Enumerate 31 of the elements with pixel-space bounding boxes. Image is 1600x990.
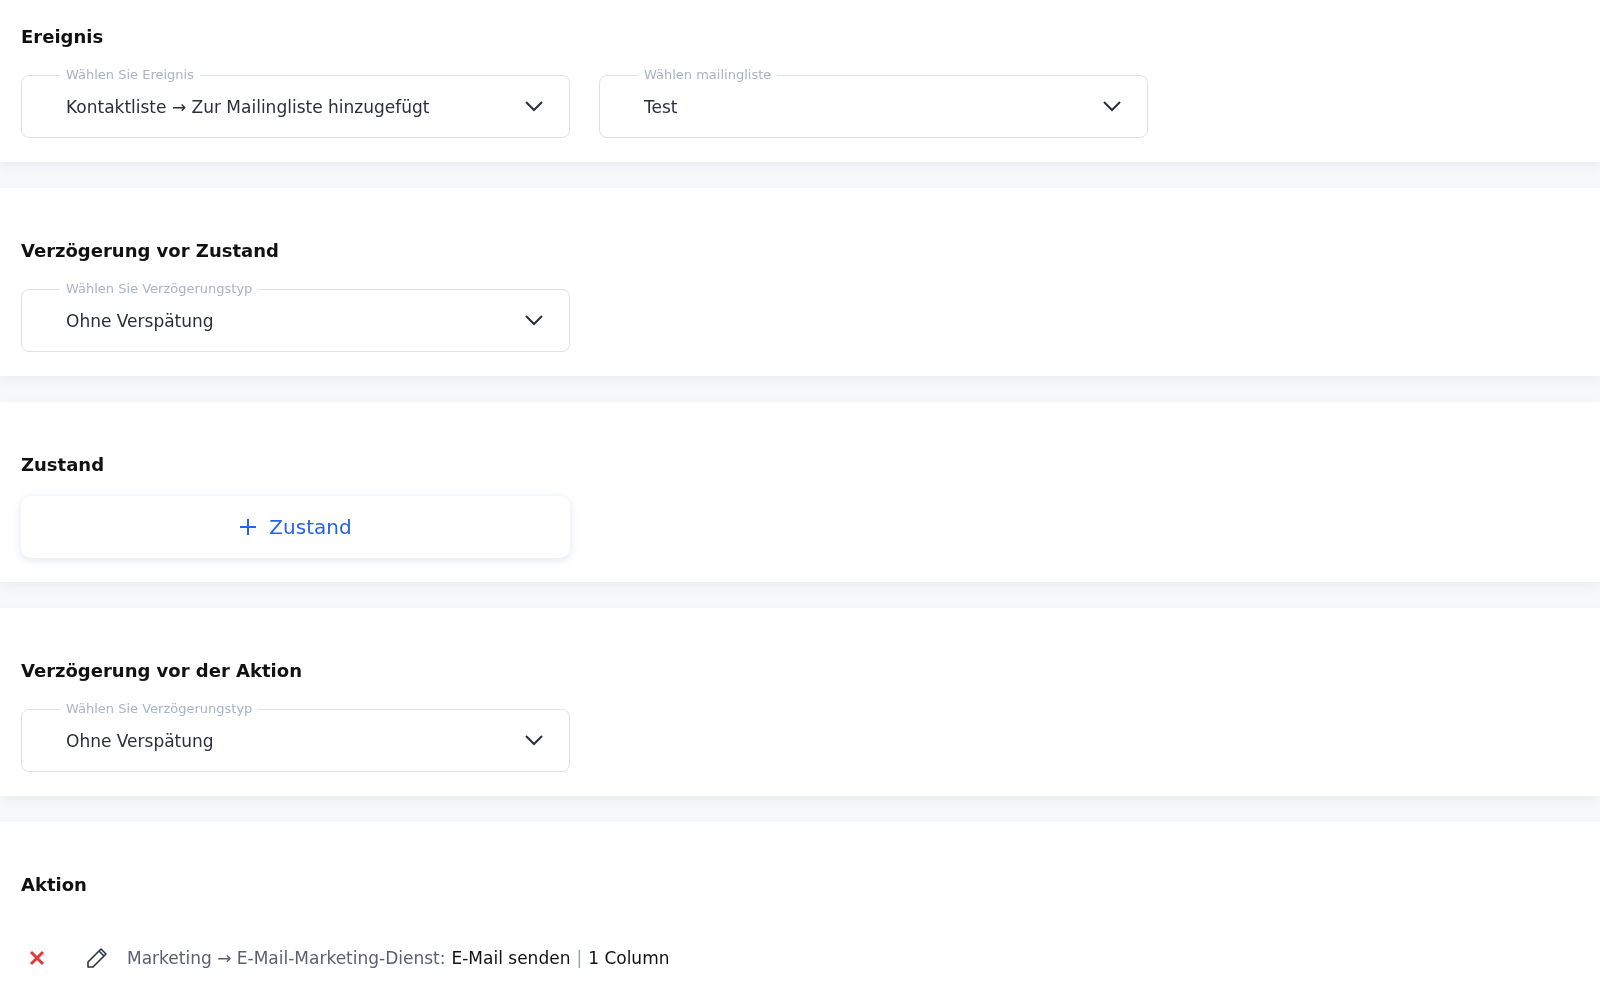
select-field[interactable]: Wählen Sie Verzögerungstyp Ohne Verspätung bbox=[21, 282, 570, 352]
section-title: Verzögerung vor Zustand bbox=[21, 239, 280, 263]
section-title: Zustand bbox=[21, 453, 106, 477]
action-detail: 1 Column bbox=[588, 948, 670, 968]
separator: | bbox=[576, 948, 583, 968]
select-field[interactable]: Wählen Sie Ereignis Kontaktliste → Zur Mailingliste hinzugefügt bbox=[21, 68, 570, 138]
action-name: E-Mail senden bbox=[451, 948, 571, 968]
field-label: Wählen Sie Verzögerungstyp bbox=[65, 282, 254, 296]
chevron-down-icon bbox=[525, 315, 543, 326]
field-label: Wählen mailingliste bbox=[643, 68, 773, 82]
close-icon bbox=[29, 950, 45, 966]
delete-button[interactable] bbox=[29, 950, 45, 966]
field-label: Wählen Sie Ereignis bbox=[65, 68, 195, 82]
select-field[interactable]: Wählen Sie Verzögerungstyp Ohne Verspätung bbox=[21, 702, 570, 772]
chevron-down-icon bbox=[525, 101, 543, 112]
select-value: Ohne Verspätung bbox=[66, 730, 214, 751]
select-value: Test bbox=[644, 96, 678, 117]
select-field[interactable]: Wählen mailingliste Test bbox=[599, 68, 1148, 138]
chevron-down-icon bbox=[1103, 101, 1121, 112]
section-title: Verzögerung vor der Aktion bbox=[21, 659, 303, 683]
select-value: Ohne Verspätung bbox=[66, 310, 214, 331]
section-title: Aktion bbox=[21, 873, 88, 897]
chevron-down-icon bbox=[525, 735, 543, 746]
plus-icon bbox=[239, 518, 258, 536]
select-value: Kontaktliste → Zur Mailingliste hinzugefügt bbox=[66, 96, 430, 117]
edit-button[interactable] bbox=[85, 946, 109, 970]
add-condition-button[interactable]: Zustand bbox=[21, 496, 570, 558]
action-path: Marketing → E-Mail-Marketing-Dienst: bbox=[127, 948, 446, 968]
section-title: Ereignis bbox=[21, 25, 105, 49]
pencil-icon bbox=[85, 946, 109, 970]
field-label: Wählen Sie Verzögerungstyp bbox=[65, 702, 254, 716]
